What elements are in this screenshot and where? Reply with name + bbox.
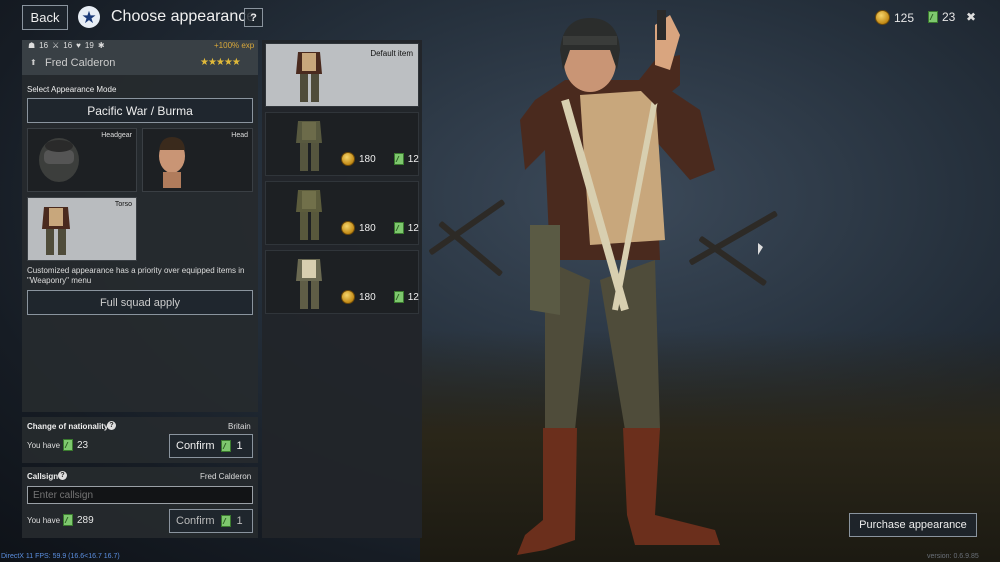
item-outfit[interactable]: 180 12	[265, 181, 419, 245]
help-icon[interactable]: ?	[107, 421, 116, 430]
outfit-thumbnail	[296, 121, 322, 171]
head-thumbnail	[159, 137, 185, 188]
fps-readout: DirectX 11 FPS: 59.9 (16.6<16.7 16.7)	[1, 553, 120, 560]
ticket-icon	[393, 291, 404, 303]
confirm-label: Confirm	[176, 515, 215, 527]
stat-kills: 16	[39, 41, 49, 50]
purchase-appearance-button[interactable]: Purchase appearance	[849, 513, 977, 537]
mouse-cursor	[758, 243, 763, 255]
gold-coin-icon	[341, 290, 355, 304]
help-button[interactable]: ?	[244, 8, 263, 27]
item-outfit[interactable]: 180 12	[265, 250, 419, 314]
ticket-price: 12	[407, 291, 419, 303]
you-have-label: You have	[27, 516, 61, 525]
item-price: 180 12	[341, 221, 419, 235]
outfit-thumbnail	[296, 190, 322, 240]
appearance-mode-select[interactable]: Pacific War / Burma	[27, 98, 253, 123]
confirm-cost: 1	[236, 440, 243, 452]
gold-coin-icon	[341, 152, 355, 166]
slot-headgear[interactable]: Headgear	[27, 128, 137, 192]
item-price: 180 12	[341, 290, 419, 304]
callsign-value: Fred Calderon	[200, 472, 252, 481]
exp-bonus: +100% exp	[214, 41, 255, 50]
nationality-label: Change of nationality	[27, 422, 109, 431]
nationality-value: Britain	[228, 422, 251, 431]
gold-amount: 125	[894, 10, 915, 25]
gold-coin-icon	[875, 10, 890, 25]
ticket-price: 12	[407, 222, 419, 234]
stat-perks: 19	[84, 41, 94, 50]
soldier-name: Fred Calderon	[45, 57, 116, 69]
callsign-confirm-button[interactable]: Confirm 1	[169, 509, 253, 533]
outfit-thumbnail	[296, 52, 322, 102]
ticket-amount: 23	[942, 10, 956, 24]
soldier-model[interactable]	[505, 10, 735, 560]
slot-label: Headgear	[101, 132, 132, 139]
slot-label: Torso	[114, 201, 132, 208]
ticket-balance: 23	[928, 10, 955, 24]
ticket-icon	[63, 439, 73, 451]
stat-level: 16	[63, 41, 73, 50]
rank-icon: ☗	[28, 41, 36, 50]
full-squad-apply-button[interactable]: Full squad apply	[27, 290, 253, 315]
soldier-stats: ☗ 16 ⚔ 16 ♥ 19 ✱	[28, 41, 105, 50]
default-item-label: Default item	[370, 49, 413, 58]
nationality-balance: 23	[63, 439, 88, 451]
callsign-input[interactable]	[27, 486, 253, 504]
ticket-icon	[393, 153, 404, 165]
nationality-confirm-button[interactable]: Confirm 1	[169, 434, 253, 458]
slot-head[interactable]: Head	[142, 128, 253, 192]
ticket-icon	[393, 222, 404, 234]
callsign-balance: 289	[63, 514, 94, 526]
gold-price: 180	[359, 153, 376, 165]
slot-torso[interactable]: Torso	[27, 197, 137, 261]
confirm-cost: 1	[236, 515, 243, 527]
appearance-mode-label: Select Appearance Mode	[27, 85, 117, 94]
czech-hedgehog	[438, 220, 504, 277]
priority-note: Customized appearance has a priority ove…	[27, 266, 245, 285]
item-price: 180 12	[341, 152, 419, 166]
callsign-amount: 289	[77, 514, 94, 526]
ticket-icon	[220, 515, 231, 527]
gear-icon: ✱	[97, 41, 105, 50]
page-title: Choose appearance	[111, 8, 256, 25]
item-default[interactable]: Default item	[265, 43, 419, 107]
you-have-label: You have	[27, 441, 61, 450]
item-outfit[interactable]: 180 12	[265, 112, 419, 176]
outfit-thumbnail	[296, 259, 322, 309]
callsign-label: Callsign	[27, 472, 59, 481]
ticket-icon	[220, 440, 231, 452]
gold-coin-icon	[341, 221, 355, 235]
weapon-icon: ⚔	[52, 41, 60, 50]
gold-balance: 125	[875, 10, 914, 25]
back-button[interactable]: Back	[22, 5, 68, 30]
nationality-amount: 23	[77, 439, 89, 451]
version-label: version: 0.6.9.85	[927, 553, 979, 560]
ticket-price: 12	[407, 153, 419, 165]
ticket-icon	[63, 514, 73, 526]
soldier-stars: ★★★★★	[200, 57, 241, 68]
headgear-thumbnail	[39, 138, 79, 182]
confirm-label: Confirm	[176, 440, 215, 452]
close-icon[interactable]: ✖	[966, 10, 976, 24]
class-icon: ⬆	[30, 58, 37, 67]
help-icon[interactable]: ?	[58, 471, 67, 480]
slot-label: Head	[231, 132, 248, 139]
gold-price: 180	[359, 222, 376, 234]
gold-price: 180	[359, 291, 376, 303]
ticket-icon	[928, 11, 938, 23]
torso-thumbnail	[42, 207, 70, 255]
heart-icon: ♥	[76, 41, 81, 50]
usa-star-icon: ★	[78, 6, 100, 28]
